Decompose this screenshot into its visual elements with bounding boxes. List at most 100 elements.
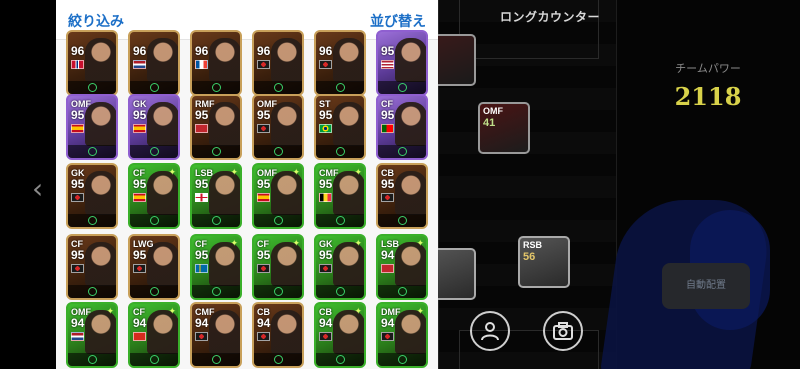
player-rating: 95 — [133, 177, 147, 191]
pitch-player-position: RSB — [523, 240, 543, 250]
condition-icon — [212, 287, 221, 296]
camera-button[interactable] — [543, 311, 583, 351]
condition-icon — [336, 355, 345, 364]
club-crest-icon — [319, 332, 332, 341]
club-crest-icon — [71, 193, 84, 202]
condition-icon — [274, 147, 283, 156]
pitch-player-rating: 56 — [523, 251, 536, 263]
player-card[interactable]: CF 95 ✦ — [128, 163, 180, 229]
player-rating: 95 — [381, 108, 395, 122]
player-card[interactable]: 95 — [376, 30, 428, 96]
player-rating: 95 — [71, 108, 85, 122]
player-info-button[interactable] — [470, 311, 510, 351]
club-crest-icon — [381, 193, 394, 202]
player-rating: 95 — [257, 177, 271, 191]
condition-icon — [336, 287, 345, 296]
player-card[interactable]: CB 94 — [252, 302, 304, 368]
player-card[interactable]: CF 95 — [376, 94, 428, 160]
player-card[interactable]: 96 — [128, 30, 180, 96]
club-crest-icon — [71, 264, 84, 273]
nation-flag-icon — [133, 60, 146, 69]
auto-assign-button[interactable]: 自動配置 — [662, 263, 750, 309]
player-card[interactable]: CMF 95 ✦ — [314, 163, 366, 229]
player-portrait — [333, 102, 364, 146]
condition-icon — [88, 83, 97, 92]
player-card[interactable]: DMF 94 ✦ — [376, 302, 428, 368]
player-portrait — [271, 310, 302, 354]
condition-icon — [88, 147, 97, 156]
nation-flag-icon — [71, 332, 84, 341]
nation-flag-icon — [195, 264, 208, 273]
sparkle-icon: ✦ — [168, 167, 176, 177]
nation-flag-icon — [133, 193, 146, 202]
player-card[interactable]: CB 95 — [376, 163, 428, 229]
player-rating: 95 — [195, 108, 209, 122]
sparkle-icon: ✦ — [292, 167, 300, 177]
player-portrait — [395, 171, 426, 215]
player-card[interactable]: CF 95 — [66, 234, 118, 300]
camera-icon — [553, 322, 573, 340]
nation-flag-icon — [71, 60, 84, 69]
condition-icon — [398, 355, 407, 364]
player-card[interactable]: ST 95 — [314, 94, 366, 160]
player-rating: 94 — [133, 316, 147, 330]
player-rating: 94 — [257, 316, 271, 330]
club-crest-icon — [257, 60, 270, 69]
player-card[interactable]: OMF 95 ✦ — [252, 163, 304, 229]
left-margin — [0, 0, 56, 369]
player-rating: 95 — [319, 177, 333, 191]
player-card[interactable]: RMF 95 — [190, 94, 242, 160]
player-card[interactable]: 96 — [66, 30, 118, 96]
condition-icon — [150, 147, 159, 156]
sparkle-icon: ✦ — [416, 306, 424, 316]
player-card[interactable]: CF 95 ✦ — [190, 234, 242, 300]
filter-button[interactable]: 絞り込み — [68, 11, 124, 31]
player-card[interactable]: CF 95 ✦ — [252, 234, 304, 300]
player-card[interactable]: 96 — [252, 30, 304, 96]
club-crest-icon — [133, 264, 146, 273]
club-crest-icon — [381, 332, 394, 341]
player-portrait — [85, 38, 116, 82]
pitch-player-rating: 41 — [483, 117, 496, 129]
person-icon — [481, 322, 499, 341]
player-card[interactable]: LWG 95 — [128, 234, 180, 300]
player-card[interactable]: OMF 95 — [252, 94, 304, 160]
sort-button[interactable]: 並び替え — [370, 11, 426, 31]
pitch-player-card[interactable]: RSB 56 — [518, 236, 570, 288]
condition-icon — [398, 216, 407, 225]
player-card[interactable]: GK 95 ✦ — [314, 234, 366, 300]
pitch-player-card[interactable]: OMF 41 — [478, 102, 530, 154]
condition-icon — [274, 83, 283, 92]
player-card[interactable]: OMF 95 — [66, 94, 118, 160]
chevron-left-icon[interactable]: ‹ — [32, 172, 43, 205]
formation-title[interactable]: ロングカウンター — [490, 8, 610, 25]
player-rating: 95 — [319, 248, 333, 262]
player-card[interactable]: LSB 95 ✦ — [190, 163, 242, 229]
condition-icon — [150, 287, 159, 296]
nation-flag-icon — [71, 124, 84, 133]
player-card[interactable]: 96 — [314, 30, 366, 96]
player-card[interactable]: GK 95 — [66, 163, 118, 229]
player-card[interactable]: CB 94 ✦ — [314, 302, 366, 368]
club-crest-icon — [195, 332, 208, 341]
condition-icon — [398, 147, 407, 156]
player-card[interactable]: 96 — [190, 30, 242, 96]
player-card[interactable]: LSB 94 ✦ — [376, 234, 428, 300]
club-crest-icon — [257, 264, 270, 273]
player-card[interactable]: GK 95 — [128, 94, 180, 160]
player-rating: 96 — [195, 44, 209, 58]
player-rating: 95 — [133, 248, 147, 262]
player-card[interactable]: CMF 94 — [190, 302, 242, 368]
player-rating: 96 — [319, 44, 333, 58]
condition-icon — [336, 83, 345, 92]
sparkle-icon: ✦ — [230, 238, 238, 248]
condition-icon — [212, 83, 221, 92]
player-portrait — [395, 38, 426, 82]
player-card[interactable]: CF 94 ✦ — [128, 302, 180, 368]
sparkle-icon: ✦ — [230, 167, 238, 177]
player-card[interactable]: OMF 94 ✦ — [66, 302, 118, 368]
condition-icon — [274, 287, 283, 296]
nation-flag-icon — [319, 193, 332, 202]
condition-icon — [212, 216, 221, 225]
player-rating: 95 — [133, 108, 147, 122]
